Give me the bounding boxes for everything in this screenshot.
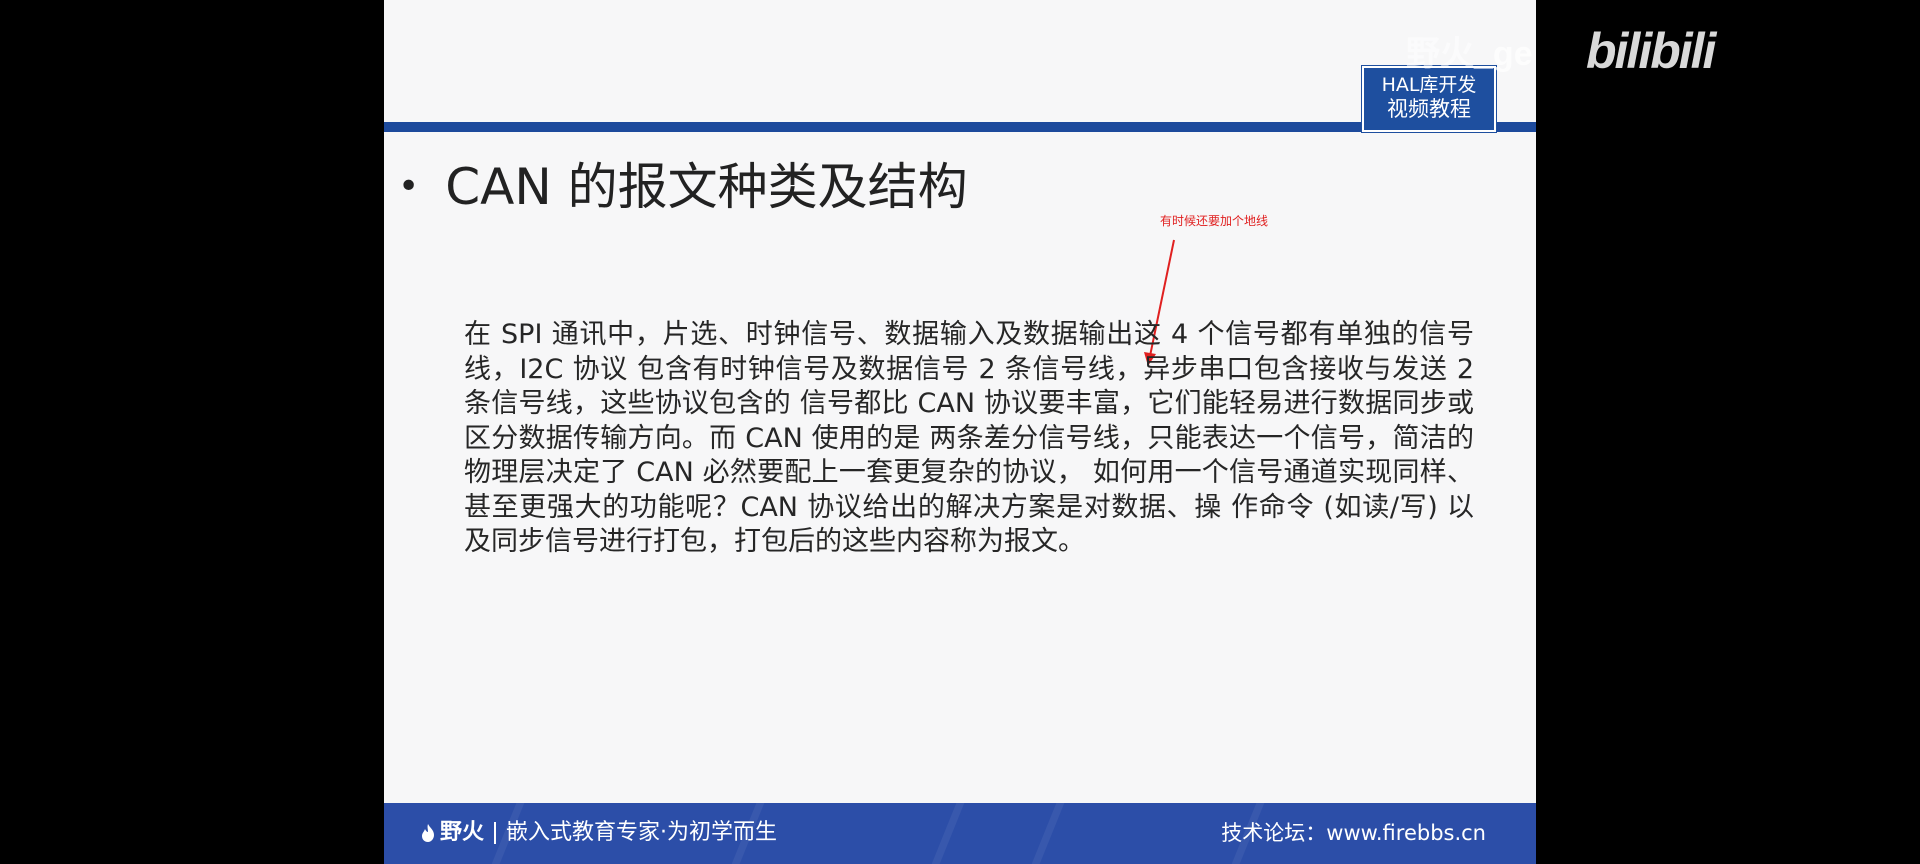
slide-title-text: CAN 的报文种类及结构: [445, 158, 968, 216]
footer-stripe: [931, 803, 965, 864]
brand-name: 野火: [440, 820, 485, 845]
brand-slogan: 嵌入式教育专家·为初学而生: [506, 820, 778, 845]
video-player-screen: HAL库开发 视频教程 • CAN 的报文种类及结构 有时候还要加个地线 在 S…: [0, 0, 1920, 864]
course-badge: HAL库开发 视频教程: [1362, 66, 1496, 132]
footer-brand: 野火 嵌入式教育专家·为初学而生: [420, 817, 777, 849]
presentation-slide: HAL库开发 视频教程 • CAN 的报文种类及结构 有时候还要加个地线 在 S…: [384, 0, 1536, 864]
slide-body-paragraph: 在 SPI 通讯中，片选、时钟信号、数据输入及数据输出这 4 个信号都有单独的信…: [464, 319, 1474, 557]
slide-title: • CAN 的报文种类及结构: [398, 154, 968, 220]
footer-stripe: [1031, 803, 1065, 864]
bullet-icon: •: [398, 166, 420, 207]
forum-link: 技术论坛：www.firebbs.cn: [1221, 821, 1486, 845]
uploader-watermark: 野火_ge: [1406, 26, 1533, 75]
watermark-text: ge: [1492, 35, 1533, 73]
flame-icon: [422, 824, 434, 842]
course-badge-line1: HAL库开发: [1381, 74, 1477, 96]
course-badge-line2: 视频教程: [1387, 97, 1471, 121]
watermark-faded-text: 野火_: [1406, 35, 1493, 73]
slide-footer: 野火 嵌入式教育专家·为初学而生 技术论坛：www.firebbs.cn: [384, 803, 1536, 864]
annotation-note: 有时候还要加个地线: [1160, 214, 1269, 228]
footer-divider: [494, 822, 497, 844]
bilibili-logo: bilibili: [1586, 23, 1716, 79]
